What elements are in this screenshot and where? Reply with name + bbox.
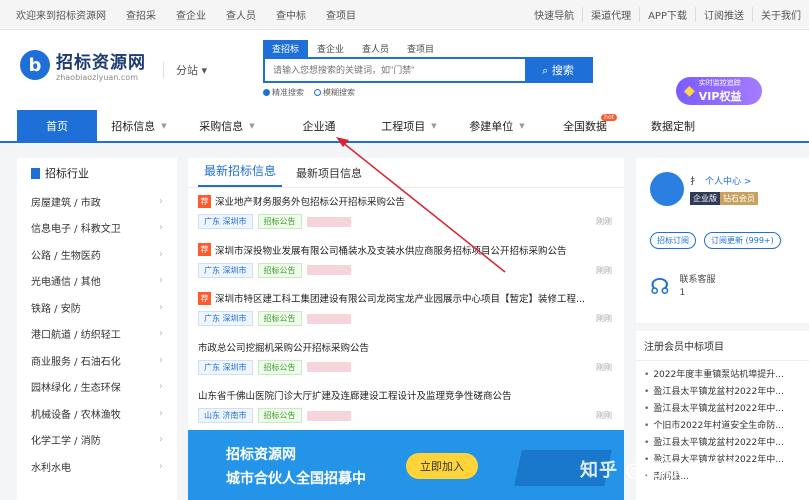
arrow-line bbox=[341, 141, 506, 273]
annotation-arrow bbox=[336, 137, 506, 273]
watermark: 知乎 @招标资源网 bbox=[580, 460, 740, 481]
